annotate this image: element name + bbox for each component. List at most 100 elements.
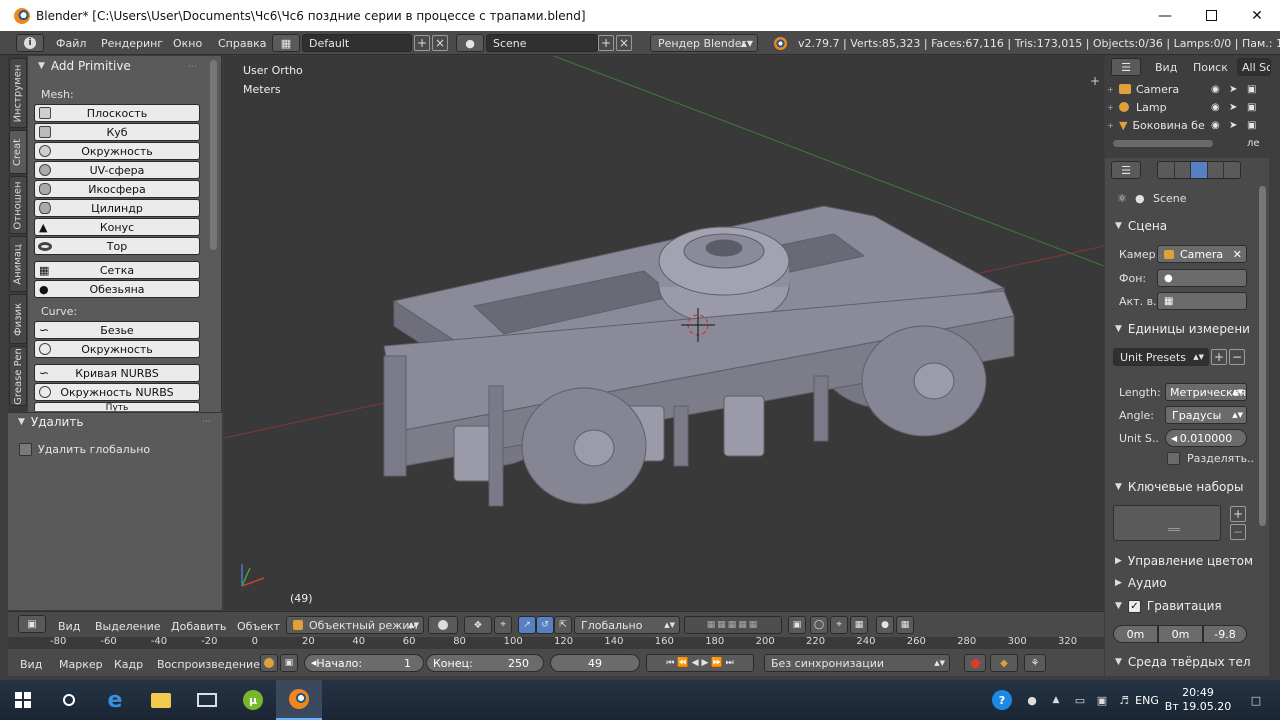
menu-file[interactable]: Файл — [56, 34, 86, 52]
object-tab-icon[interactable] — [1224, 162, 1240, 178]
timeline-menu-view[interactable]: Вид — [20, 655, 42, 673]
delete-global-checkbox[interactable]: Удалить глобально — [19, 443, 150, 456]
add-cylinder-button[interactable]: Цилиндр — [34, 199, 200, 217]
keying-sets-list[interactable] — [1113, 505, 1221, 541]
length-system-select[interactable]: Метрическая ▲▼ — [1165, 383, 1247, 401]
gravity-z-field[interactable]: -9.8 — [1203, 625, 1247, 643]
active-clip-field[interactable]: ▦ — [1157, 292, 1247, 310]
add-circle-button[interactable]: Окружность — [34, 142, 200, 160]
render-opengl-button[interactable]: ● — [876, 616, 894, 634]
render-toggle-icon[interactable]: ▣ — [1247, 84, 1256, 95]
minimize-button[interactable]: — — [1142, 0, 1188, 31]
jump-end-icon[interactable]: ⏭ — [726, 658, 734, 668]
outliner-search-menu[interactable]: Поиск — [1193, 61, 1228, 74]
expand-icon[interactable]: + — [1107, 103, 1119, 112]
properties-editor-type-button[interactable]: ☰ — [1111, 161, 1141, 179]
taskbar-utorrent[interactable]: μ — [230, 680, 276, 720]
gravity-y-field[interactable]: 0m — [1158, 625, 1203, 643]
prev-keyframe-icon[interactable]: ⏪ — [677, 658, 688, 668]
tab-create[interactable]: Creat — [9, 130, 27, 174]
rigid-body-world-header[interactable]: ▼ Среда твёрдых тел — [1115, 655, 1251, 669]
search-button[interactable] — [46, 680, 92, 720]
layout-selector-button[interactable]: ▦ — [272, 34, 300, 52]
cursor-select-icon[interactable]: ➤ — [1229, 120, 1237, 131]
render-toggle-icon[interactable]: ▣ — [1247, 120, 1256, 131]
menu-window[interactable]: Окно — [173, 34, 202, 52]
add-keying-set-button[interactable]: + — [1230, 506, 1246, 522]
add-primitive-header[interactable]: ▼ Add Primitive — [38, 59, 131, 73]
rotate-manipulator-button[interactable]: ↺ — [536, 616, 554, 634]
unit-presets-select[interactable]: Unit Presets ▲▼ — [1113, 348, 1209, 366]
properties-scrollbar[interactable] — [1259, 186, 1266, 526]
translate-manipulator-button[interactable]: ↗ — [518, 616, 536, 634]
layout-name-field[interactable]: Default — [302, 34, 412, 52]
timeline-menu-marker[interactable]: Маркер — [59, 655, 103, 673]
interaction-mode-select[interactable]: Объектный режим ▲▼ — [286, 616, 424, 634]
render-toggle-icon[interactable]: ▣ — [1247, 102, 1256, 113]
add-scene-button[interactable]: + — [598, 35, 614, 51]
remove-layout-button[interactable]: × — [432, 35, 448, 51]
add-bezier-button[interactable]: ∽ Безье — [34, 321, 200, 339]
world-tab-icon[interactable] — [1208, 162, 1225, 178]
snap-element-select[interactable]: ▦ — [850, 616, 868, 634]
tab-physics[interactable]: Физик — [9, 294, 27, 344]
outliner-row-mesh[interactable]: + ▼ Боковина бе ◉ ➤ ▣ — [1107, 116, 1261, 134]
expand-icon[interactable]: + — [1107, 121, 1119, 130]
add-monkey-button[interactable]: ● Обезьяна — [34, 280, 200, 298]
delete-panel-header[interactable]: ▼ Удалить — [18, 415, 83, 429]
preview-range-button[interactable] — [260, 654, 278, 672]
resize-grip-icon[interactable] — [1168, 528, 1180, 531]
eye-icon[interactable]: ◉ — [1211, 84, 1220, 95]
timeline-ruler[interactable]: -80 -60 -40 -20 0 20 40 60 80 100 120 140 160 180 200 2… — [8, 636, 1104, 649]
separate-units-checkbox[interactable]: Разделять.. — [1167, 452, 1254, 465]
add-plane-button[interactable]: Плоскость — [34, 104, 200, 122]
view3d-menu-object[interactable]: Объект — [237, 617, 280, 635]
snap-toggle-button[interactable]: ⌖ — [830, 616, 848, 634]
add-torus-button[interactable]: Тор — [34, 237, 200, 255]
add-uv-sphere-button[interactable]: UV-сфера — [34, 161, 200, 179]
add-curve-circle-button[interactable]: Окружность — [34, 340, 200, 358]
remove-keying-set-button[interactable]: − — [1230, 524, 1246, 540]
view3d-menu-view[interactable]: Вид — [58, 617, 80, 635]
outliner-row-camera[interactable]: + Camera ◉ ➤ ▣ — [1107, 80, 1261, 98]
add-cube-button[interactable]: Куб — [34, 123, 200, 141]
add-path-button[interactable]: Путь — [34, 402, 200, 411]
view3d-menu-select[interactable]: Выделение — [95, 617, 161, 635]
tab-animation[interactable]: Анимац — [9, 236, 27, 292]
add-cone-button[interactable]: ▲ Конус — [34, 218, 200, 236]
keying-sets-header[interactable]: ▼ Ключевые наборы — [1115, 480, 1243, 494]
record-button[interactable] — [964, 654, 986, 672]
add-icosphere-button[interactable]: Икосфера — [34, 180, 200, 198]
outliner-filter-select[interactable]: All Sc — [1237, 58, 1271, 76]
add-layout-button[interactable]: + — [414, 35, 430, 51]
editor-type-button[interactable]: i — [16, 34, 44, 52]
manipulator-toggle[interactable]: ⌖ — [494, 616, 512, 634]
lock-frame-button[interactable]: ▣ — [280, 654, 298, 672]
cursor-select-icon[interactable]: ➤ — [1229, 84, 1237, 95]
pin-icon[interactable]: ⚛ — [1117, 192, 1127, 205]
gravity-header[interactable]: ▼ ✓ Гравитация — [1115, 599, 1222, 613]
scene-selector-button[interactable]: ● — [456, 34, 484, 52]
angle-units-select[interactable]: Градусы ▲▼ — [1165, 406, 1247, 424]
keyframe-insert-button[interactable]: ⚘ — [1024, 654, 1046, 672]
scene-tab-icon[interactable] — [1191, 162, 1208, 178]
taskbar-clock[interactable]: 20:49 Вт 19.05.20 — [1162, 680, 1234, 720]
menu-help[interactable]: Справка — [218, 34, 266, 52]
show-hidden-icons-icon[interactable]: ▲ — [1044, 680, 1068, 720]
play-icon[interactable]: ▶ — [702, 658, 709, 668]
render-engine-select[interactable]: Рендер Blender ▲▼ — [650, 34, 758, 52]
gravity-x-field[interactable]: 0m — [1113, 625, 1158, 643]
scene-panel-header[interactable]: ▼ Сцена — [1115, 219, 1167, 233]
viewport-shading-select[interactable] — [428, 616, 458, 634]
people-tray-icon[interactable]: ● — [1020, 680, 1044, 720]
close-button[interactable]: ✕ — [1234, 0, 1280, 31]
drag-handle-icon[interactable]: ⋯ — [202, 417, 211, 427]
outliner-view-menu[interactable]: Вид — [1155, 61, 1177, 74]
start-frame-field[interactable]: ◀ Начало: 1 — [304, 654, 424, 672]
taskbar-explorer[interactable] — [138, 680, 184, 720]
outliner-editor-type-button[interactable]: ☰ — [1111, 58, 1141, 76]
maximize-button[interactable] — [1188, 0, 1234, 31]
cursor-select-icon[interactable]: ➤ — [1229, 102, 1237, 113]
eye-icon[interactable]: ◉ — [1211, 119, 1220, 131]
play-reverse-icon[interactable]: ◀ — [692, 658, 699, 668]
